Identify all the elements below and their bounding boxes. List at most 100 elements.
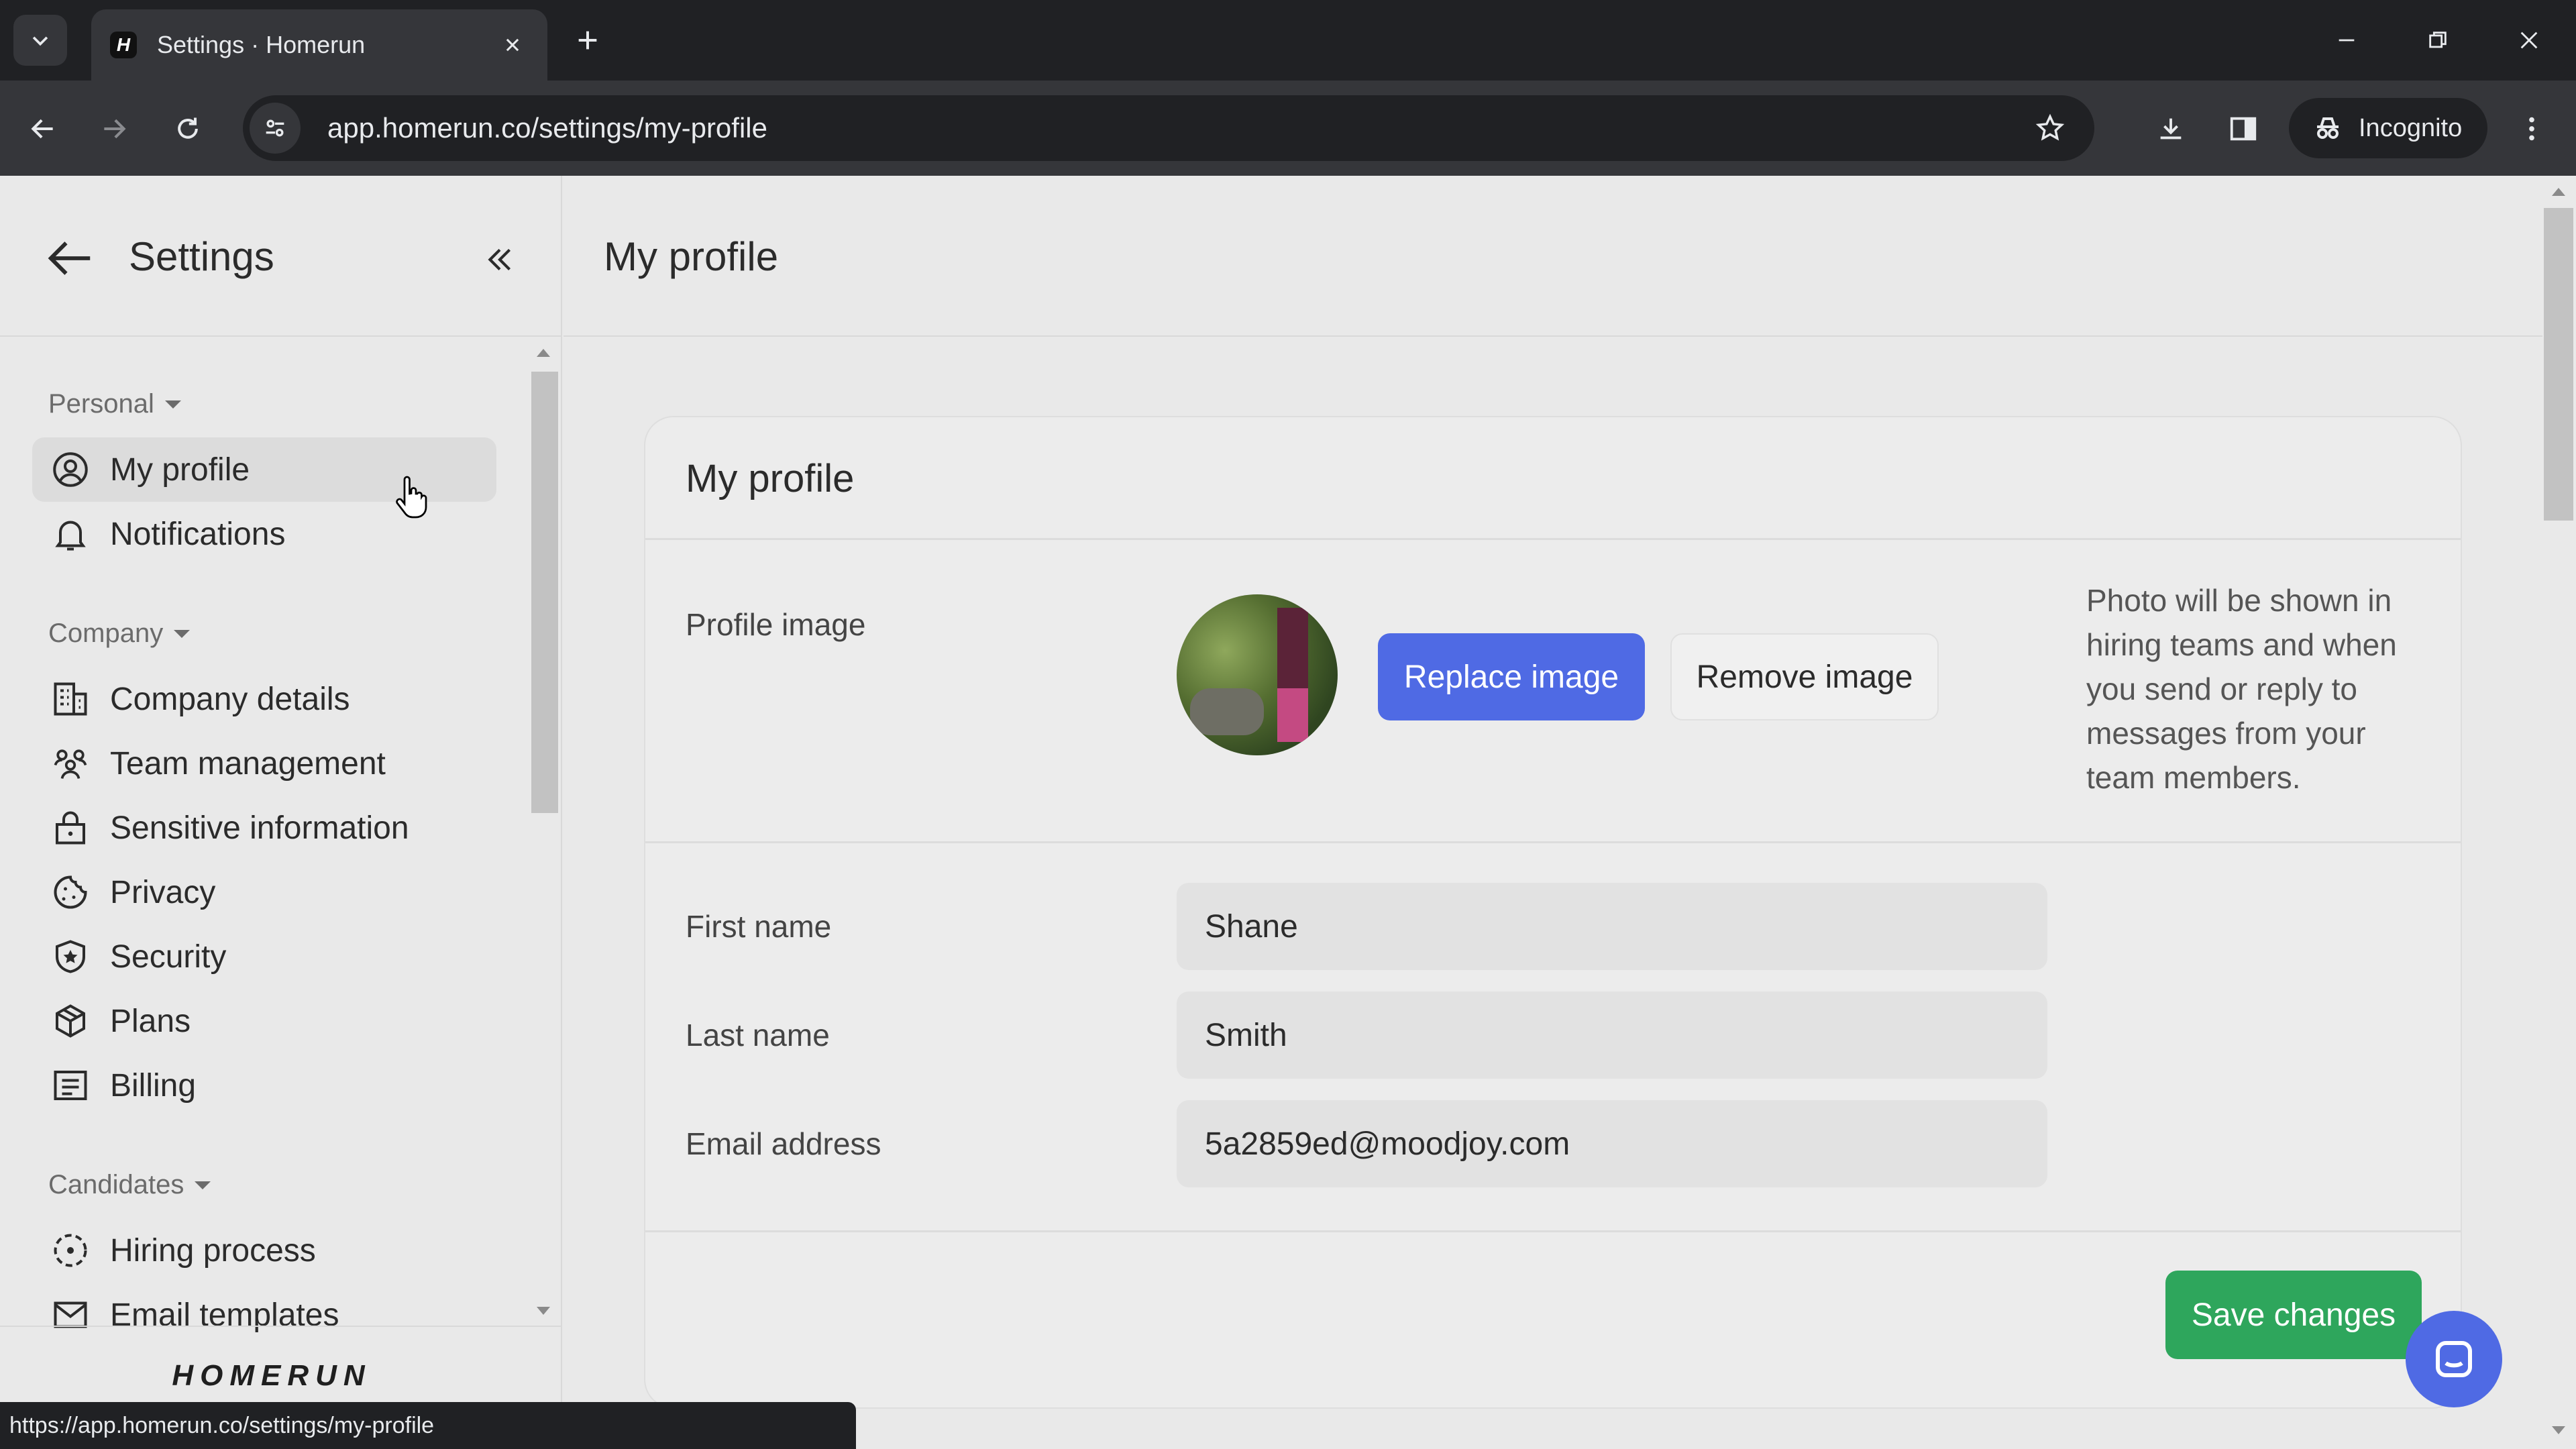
last-name-input[interactable] (1177, 991, 2047, 1079)
scroll-up-arrow-icon[interactable] (537, 349, 550, 357)
incognito-label: Incognito (2359, 113, 2463, 142)
plus-icon (578, 31, 597, 50)
more-vertical-icon (2529, 117, 2534, 141)
settings-back-button[interactable] (42, 229, 99, 287)
user-circle-icon (50, 449, 91, 490)
settings-sidebar: Settings Personal My profile Notificatio… (0, 176, 562, 1449)
scroll-down-arrow-icon[interactable] (2552, 1426, 2565, 1434)
sidebar-item-label: Privacy (110, 874, 216, 910)
section-candidates[interactable]: Candidates (48, 1170, 211, 1200)
browser-toolbar: app.homerun.co/settings/my-profile Incog… (0, 80, 2576, 176)
browser-tab[interactable]: H Settings · Homerun (91, 9, 547, 80)
arrow-right-icon (104, 119, 126, 139)
chat-icon (2436, 1341, 2472, 1377)
browser-menu-button[interactable] (2508, 105, 2556, 153)
reload-icon (178, 117, 198, 139)
url-text[interactable]: app.homerun.co/settings/my-profile (327, 112, 2026, 144)
sidebar-item-label: Hiring process (110, 1232, 316, 1269)
avatar (1177, 594, 1338, 755)
incognito-icon (2317, 117, 2339, 139)
section-company[interactable]: Company (48, 619, 191, 649)
star-icon (2035, 113, 2065, 141)
chevron-down-icon (32, 36, 48, 46)
sidebar-item-plans[interactable]: Plans (32, 989, 496, 1053)
new-tab-button[interactable] (568, 20, 608, 60)
sidebar-item-billing[interactable]: Billing (32, 1053, 496, 1118)
sidebar-item-label: Company details (110, 681, 350, 717)
restore-button[interactable] (2416, 19, 2459, 62)
sidebar-item-label: Notifications (110, 516, 286, 552)
sidebar-item-label: Sensitive information (110, 810, 409, 846)
downloads-button[interactable] (2147, 105, 2195, 153)
restore-icon (2429, 32, 2447, 48)
shield-star-icon (50, 936, 91, 977)
hand-pointer-icon (396, 476, 427, 519)
minimize-icon (2339, 39, 2355, 42)
sidebar-item-privacy[interactable]: Privacy (32, 860, 496, 924)
tab-close-button[interactable] (496, 29, 529, 61)
close-icon (506, 38, 519, 52)
sidebar-item-team-management[interactable]: Team management (32, 731, 496, 796)
receipt-icon (50, 1065, 91, 1106)
email-address-label: Email address (686, 1126, 881, 1161)
side-panel-button[interactable] (2219, 105, 2267, 153)
collapse-sidebar-button[interactable] (476, 236, 523, 283)
main-scrollbar-thumb[interactable] (2544, 208, 2573, 521)
bell-icon (50, 513, 91, 555)
email-input[interactable] (1177, 1100, 2047, 1187)
photo-help-text: Photo will be shown in hiring teams and … (2086, 583, 2397, 795)
address-bar[interactable]: app.homerun.co/settings/my-profile (243, 95, 2094, 161)
cookie-icon (50, 871, 91, 913)
page-title: My profile (604, 234, 779, 279)
close-icon (2520, 32, 2538, 49)
remove-image-button[interactable]: Remove image (1670, 633, 1939, 720)
status-bar-url: https://app.homerun.co/settings/my-profi… (0, 1402, 856, 1449)
close-window-button[interactable] (2508, 19, 2551, 62)
sidebar-item-hiring-process[interactable]: Hiring process (32, 1218, 496, 1283)
divider (645, 1230, 2461, 1232)
sidebar-scrollbar-thumb[interactable] (531, 372, 558, 813)
chat-launcher-button[interactable] (2406, 1311, 2502, 1407)
save-changes-button[interactable]: Save changes (2165, 1271, 2422, 1359)
sidebar-item-sensitive-information[interactable]: Sensitive information (32, 796, 496, 860)
section-label: Personal (48, 389, 154, 419)
profile-image-label: Profile image (686, 607, 866, 642)
download-icon (2160, 118, 2182, 140)
last-name-label: Last name (686, 1018, 830, 1053)
site-info-button[interactable] (250, 103, 301, 154)
box-icon (50, 1000, 91, 1042)
bookmark-button[interactable] (2026, 104, 2074, 152)
section-label: Company (48, 619, 164, 648)
back-button[interactable] (19, 105, 67, 153)
section-label: Candidates (48, 1170, 184, 1199)
profile-card: My profile Profile image Replace image R… (644, 416, 2462, 1409)
sidebar-item-security[interactable]: Security (32, 924, 496, 989)
chevron-double-left-icon (488, 248, 511, 271)
sidebar-item-company-details[interactable]: Company details (32, 667, 496, 731)
sidebar-item-label: My profile (110, 451, 250, 488)
divider (645, 841, 2461, 843)
building-icon (50, 678, 91, 720)
homerun-logo: HOMERUN (172, 1359, 372, 1392)
replace-image-button[interactable]: Replace image (1378, 633, 1645, 720)
sidebar-item-label: Billing (110, 1067, 197, 1104)
minimize-button[interactable] (2325, 19, 2368, 62)
scroll-down-arrow-icon[interactable] (537, 1307, 550, 1315)
forward-button[interactable] (90, 105, 138, 153)
first-name-input[interactable] (1177, 883, 2047, 970)
incognito-indicator[interactable]: Incognito (2289, 98, 2487, 158)
arrow-left-icon (31, 119, 53, 139)
card-title: My profile (686, 457, 855, 500)
homerun-favicon: H (110, 32, 137, 58)
tab-search-button[interactable] (13, 15, 67, 66)
lock-icon (50, 807, 91, 849)
section-personal[interactable]: Personal (48, 389, 181, 419)
sidebar-item-label: Plans (110, 1003, 191, 1039)
reload-button[interactable] (164, 105, 212, 153)
sidebar-item-label: Team management (110, 745, 386, 782)
scroll-up-arrow-icon[interactable] (2552, 188, 2565, 196)
sidebar-title: Settings (129, 234, 274, 279)
hiring-process-icon (50, 1230, 91, 1271)
caret-down-icon (174, 629, 191, 638)
tab-title: Settings · Homerun (157, 31, 366, 58)
